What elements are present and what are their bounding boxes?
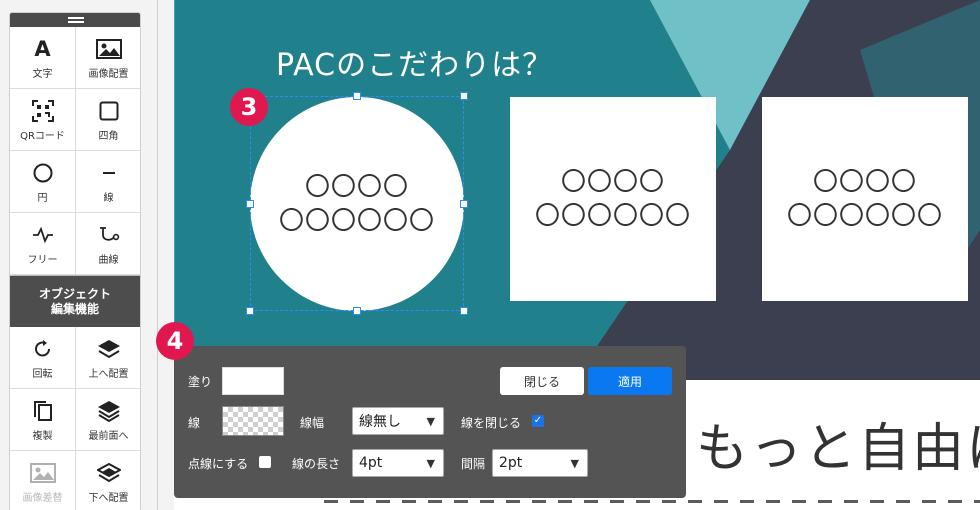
tool-label: 文字: [32, 68, 53, 80]
resize-handle[interactable]: [246, 200, 254, 208]
square-card[interactable]: 〇〇〇〇 〇〇〇〇〇〇: [510, 97, 716, 301]
text-tool-button[interactable]: A 文字: [10, 27, 76, 89]
panel-divider: [157, 0, 158, 510]
tool-label: フリー: [27, 254, 58, 266]
stroke-color-swatch[interactable]: [222, 406, 284, 436]
select-value: 線無し: [359, 414, 401, 430]
square-icon: [99, 98, 119, 124]
chevron-down-icon: ▼: [426, 457, 435, 470]
step-badge-4: 4: [156, 322, 194, 360]
layer-up-button[interactable]: 上へ配置: [76, 327, 140, 389]
tool-label: 上へ配置: [88, 368, 129, 380]
resize-handle[interactable]: [353, 307, 361, 315]
square-tool-button[interactable]: 四角: [76, 89, 140, 151]
curve-icon: [98, 222, 120, 248]
dash-length-select[interactable]: 4pt ▼: [352, 449, 444, 477]
tool-label: 曲線: [98, 254, 119, 266]
circle-icon: [33, 160, 53, 186]
tool-label: 円: [37, 192, 48, 204]
card-text-line2: 〇〇〇〇〇〇: [786, 201, 943, 230]
tool-label: 下へ配置: [88, 492, 129, 504]
layer-down-button[interactable]: 下へ配置: [76, 451, 140, 510]
qr-code-tool-button[interactable]: QRコード: [10, 89, 76, 151]
line-tool-button[interactable]: 線: [76, 151, 140, 213]
duplicate-icon: [33, 398, 53, 424]
freehand-icon: [32, 222, 54, 248]
headline[interactable]: PACのこだわりは？: [276, 40, 553, 84]
fill-color-swatch[interactable]: [222, 367, 284, 395]
tool-palette: A 文字 画像配置 QRコード 四角 円 線 フリー 曲線 オブジェクト 編集機…: [9, 12, 141, 510]
dashed-label: 点線にする: [188, 457, 249, 471]
image-swap-button[interactable]: 画像差替: [10, 451, 76, 510]
resize-handle[interactable]: [460, 200, 468, 208]
rotate-button[interactable]: 回転: [10, 327, 76, 389]
duplicate-button[interactable]: 複製: [10, 389, 76, 451]
text-icon: A: [34, 36, 51, 61]
layer-up-icon: [97, 336, 121, 362]
shape-properties-panel: 塗り 閉じる 適用 線 線幅 線無し ▼ 線を閉じる ✓ 点線にする 線の長さ …: [174, 346, 686, 498]
stroke-label: 線: [188, 416, 201, 430]
selection-box: [250, 96, 464, 311]
tool-label: 回転: [32, 368, 53, 380]
freehand-tool-button[interactable]: フリー: [10, 213, 76, 275]
image-swap-icon: [29, 460, 56, 486]
tool-label: 画像差替: [22, 492, 63, 504]
object-tools: 回転 上へ配置 複製 最前面へ 画像差替 下へ配置: [10, 327, 140, 510]
rotate-icon: [33, 336, 53, 362]
close-path-label: 線を閉じる: [461, 416, 522, 430]
apply-button[interactable]: 適用: [588, 367, 672, 395]
curve-tool-button[interactable]: 曲線: [76, 213, 140, 275]
resize-handle[interactable]: [246, 307, 254, 315]
header-line: 編集機能: [50, 301, 99, 316]
layer-down-icon: [96, 460, 121, 486]
line-icon: [102, 160, 116, 186]
image-icon: [95, 36, 122, 62]
resize-handle[interactable]: [460, 92, 468, 100]
resize-handle[interactable]: [353, 92, 361, 100]
step-badge-3: 3: [230, 88, 268, 126]
bring-to-front-button[interactable]: 最前面へ: [76, 389, 140, 451]
big-heading[interactable]: もっと自由に: [696, 406, 980, 481]
dashed-checkbox[interactable]: [259, 456, 271, 468]
qr-code-icon: [31, 98, 54, 124]
close-path-checkbox[interactable]: ✓: [532, 415, 544, 427]
drawing-tools: A 文字 画像配置 QRコード 四角 円 線 フリー 曲線: [10, 27, 140, 275]
tool-label: 画像配置: [88, 68, 129, 80]
bring-to-front-icon: [97, 398, 121, 424]
square-card[interactable]: 〇〇〇〇 〇〇〇〇〇〇: [762, 97, 968, 301]
header-line: オブジェクト: [38, 286, 111, 301]
gap-label: 間隔: [461, 457, 486, 471]
stroke-width-label: 線幅: [300, 416, 325, 430]
object-edit-header: オブジェクト 編集機能: [10, 275, 140, 327]
tool-label: 複製: [32, 430, 53, 442]
chevron-down-icon: ▼: [570, 457, 579, 470]
tool-label: QRコード: [20, 130, 65, 142]
stroke-width-select[interactable]: 線無し ▼: [352, 407, 444, 435]
select-value: 4pt: [359, 455, 383, 471]
close-button[interactable]: 閉じる: [500, 367, 584, 395]
palette-drag-handle[interactable]: [10, 13, 140, 27]
chevron-down-icon: ▼: [426, 415, 435, 428]
dash-length-label: 線の長さ: [292, 457, 341, 471]
partial-text-strip: [324, 500, 980, 503]
fill-label: 塗り: [188, 375, 213, 389]
tool-label: 四角: [98, 130, 119, 142]
card-text-line1: 〇〇〇〇: [560, 167, 665, 196]
image-tool-button[interactable]: 画像配置: [76, 27, 140, 89]
tool-label: 線: [103, 192, 114, 204]
circle-tool-button[interactable]: 円: [10, 151, 76, 213]
card-text-line2: 〇〇〇〇〇〇: [534, 201, 691, 230]
tool-label: 最前面へ: [88, 430, 129, 442]
select-value: 2pt: [499, 455, 523, 471]
card-text-line1: 〇〇〇〇: [812, 167, 917, 196]
gap-select[interactable]: 2pt ▼: [492, 449, 588, 477]
resize-handle[interactable]: [460, 307, 468, 315]
